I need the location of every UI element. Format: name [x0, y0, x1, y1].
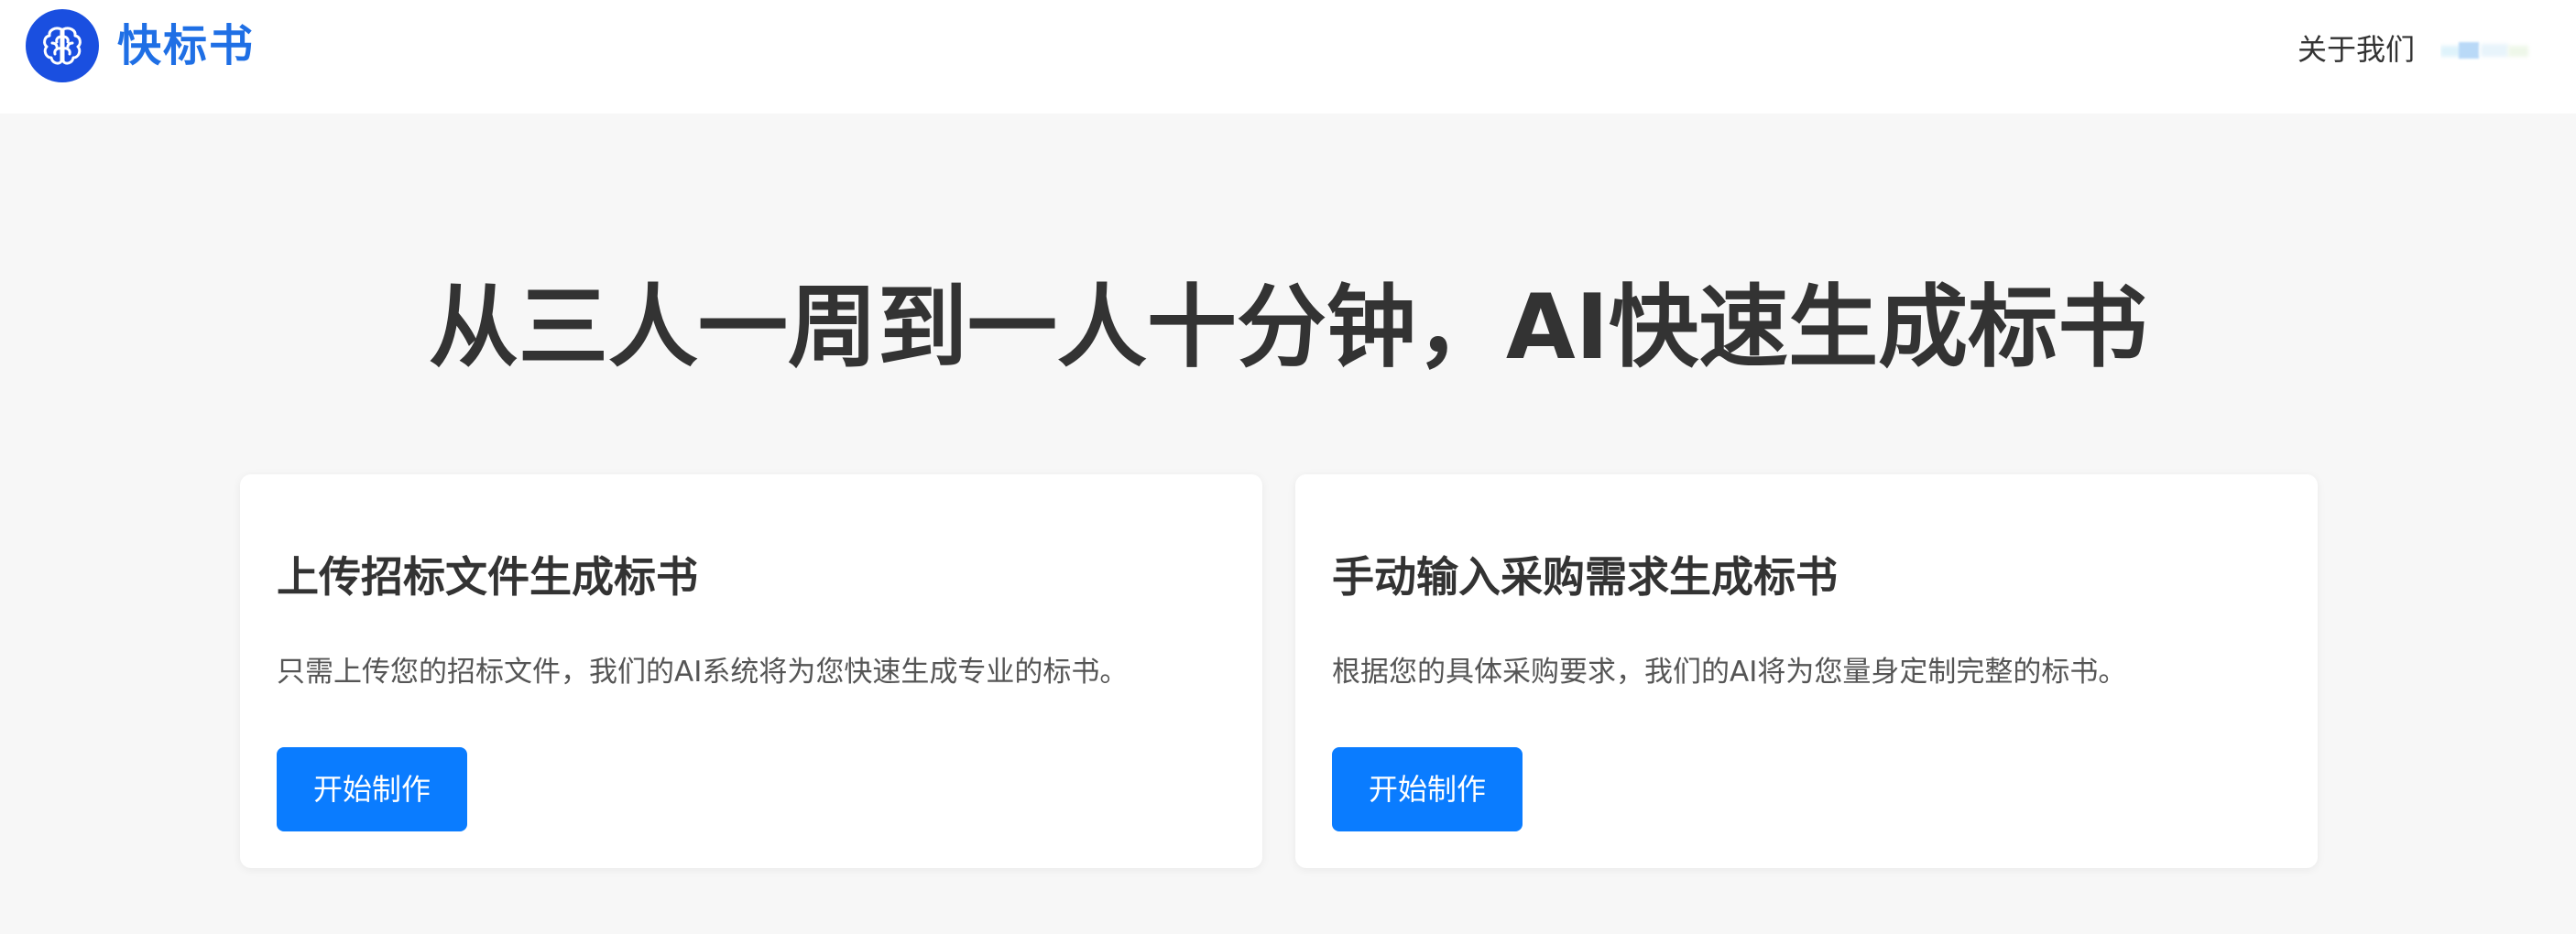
card-description: 根据您的具体采购要求，我们的AI将为您量身定制完整的标书。 [1332, 656, 2127, 689]
brain-icon[interactable] [26, 9, 99, 82]
manual-input-card: 手动输入采购需求生成标书 根据您的具体采购要求，我们的AI将为您量身定制完整的标… [1295, 474, 2318, 868]
card-description: 只需上传您的招标文件，我们的AI系统将为您快速生成专业的标书。 [277, 656, 1129, 689]
user-menu-blur-part [2459, 42, 2479, 59]
brand-name[interactable]: 快标书 [117, 18, 255, 73]
nav-about-link[interactable]: 关于我们 [2298, 29, 2415, 70]
user-menu-blur-part [2481, 44, 2508, 57]
start-upload-button[interactable]: 开始制作 [277, 747, 467, 831]
card-title: 上传招标文件生成标书 [277, 552, 698, 602]
hero-title: 从三人一周到一人十分钟，AI快速生成标书 [428, 276, 2148, 380]
brain-icon-graphic [43, 27, 82, 65]
start-manual-button[interactable]: 开始制作 [1332, 747, 1523, 831]
user-menu-icon[interactable] [2440, 38, 2532, 62]
top-header: 快标书 关于我们 [0, 0, 2576, 114]
card-title: 手动输入采购需求生成标书 [1332, 552, 1838, 602]
upload-tender-card: 上传招标文件生成标书 只需上传您的招标文件，我们的AI系统将为您快速生成专业的标… [240, 474, 1262, 868]
user-menu-blur-part [2508, 46, 2528, 57]
